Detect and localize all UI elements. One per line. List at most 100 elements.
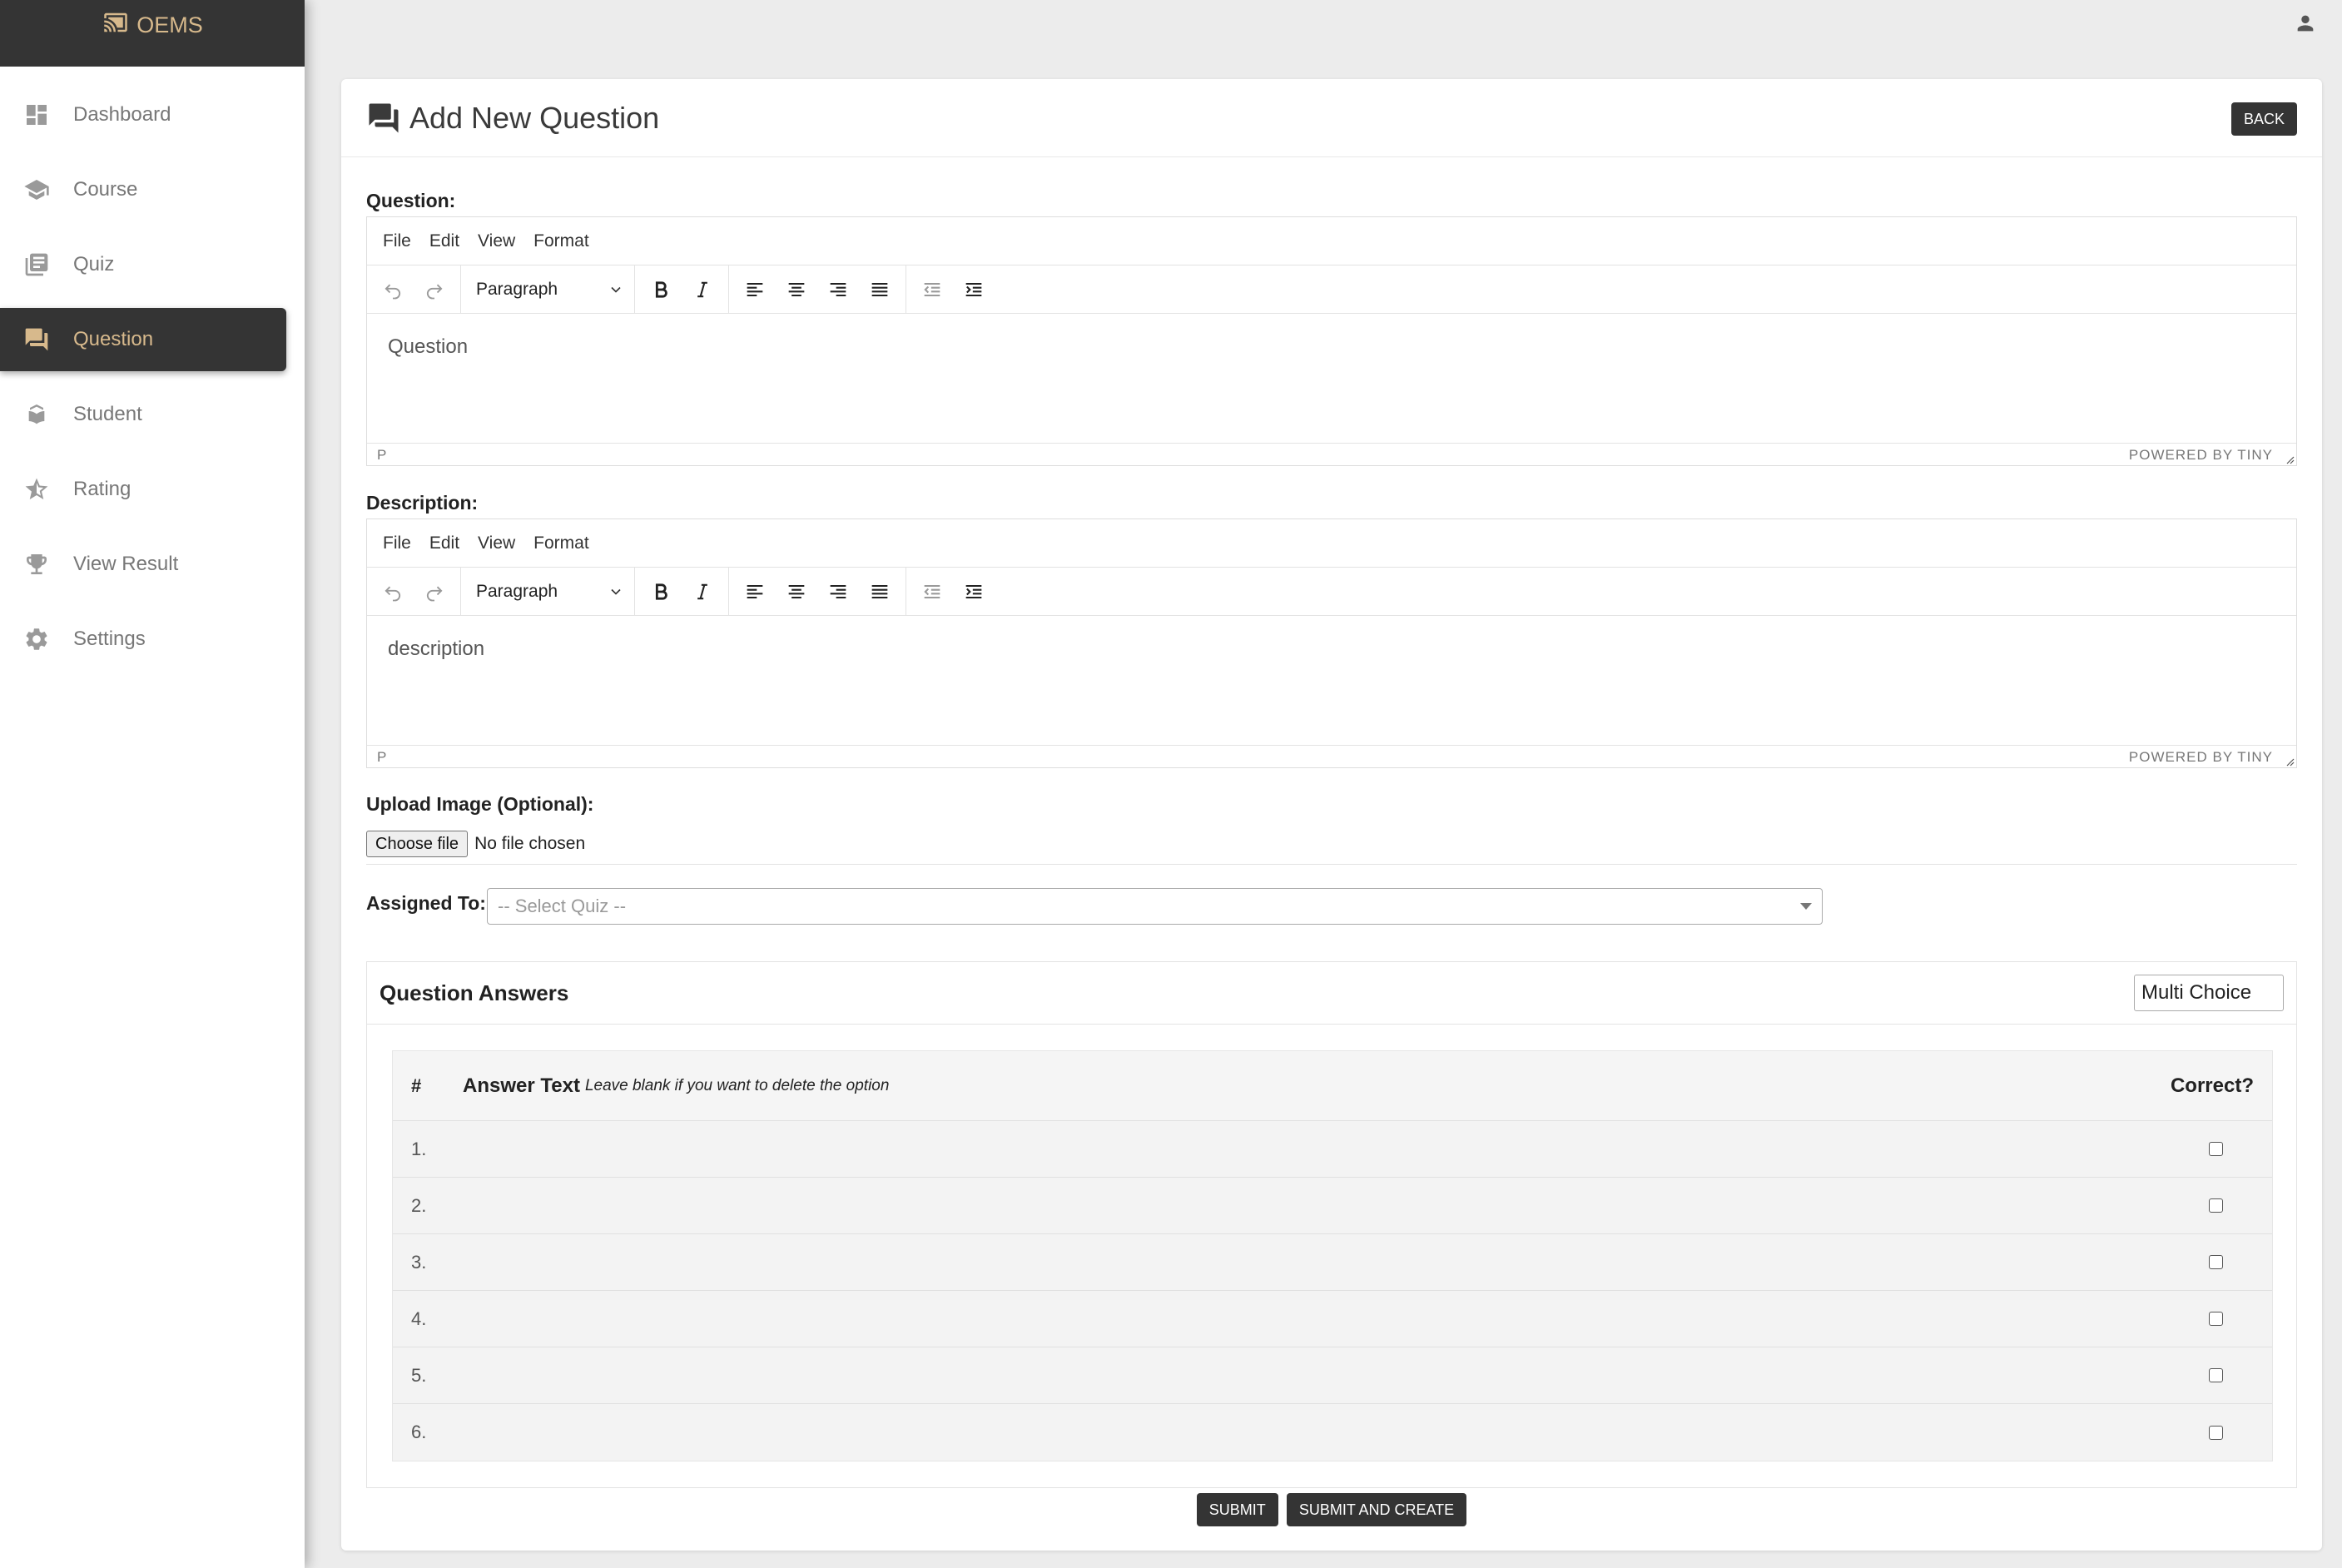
answer-text-input[interactable]: [463, 1416, 2254, 1449]
sidebar-item-settings[interactable]: Settings: [0, 608, 286, 671]
quiz-select[interactable]: -- Select Quiz --: [487, 888, 1823, 925]
align-right-icon: [830, 282, 846, 296]
correct-checkbox[interactable]: [2209, 1368, 2223, 1382]
block-format-value: Paragraph: [476, 279, 558, 299]
answer-type-value: Multi Choice: [2141, 981, 2252, 1004]
align-justify-button[interactable]: [859, 271, 901, 308]
align-right-icon: [830, 584, 846, 598]
align-center-button[interactable]: [776, 573, 817, 610]
correct-checkbox[interactable]: [2209, 1142, 2223, 1156]
answer-text-input[interactable]: [463, 1359, 2254, 1392]
editor-menubar: File Edit View Format: [367, 217, 2296, 265]
outdent-button[interactable]: [911, 271, 953, 308]
align-center-button[interactable]: [776, 271, 817, 308]
question-answers-panel: Question Answers Multi Choice # Answer T…: [366, 961, 2297, 1488]
undo-button[interactable]: [372, 271, 414, 308]
align-left-icon: [747, 282, 763, 296]
sidebar-item-rating[interactable]: Rating: [0, 458, 286, 521]
col-answer-text: Answer Text: [463, 1074, 580, 1097]
question-text-area[interactable]: Question: [367, 314, 2296, 443]
divider: [366, 864, 2297, 865]
align-right-button[interactable]: [817, 573, 859, 610]
block-format-select[interactable]: Paragraph: [466, 271, 629, 308]
outdent-button[interactable]: [911, 573, 953, 610]
align-justify-button[interactable]: [859, 573, 901, 610]
col-correct: Correct?: [2170, 1074, 2254, 1097]
col-answer-hint: Leave blank if you want to delete the op…: [584, 1076, 890, 1094]
sidebar-item-view-result[interactable]: View Result: [0, 533, 286, 596]
align-right-button[interactable]: [817, 271, 859, 308]
italic-button[interactable]: [682, 271, 723, 308]
forum-icon: [366, 101, 401, 136]
submit-and-create-button[interactable]: SUBMIT AND CREATE: [1286, 1493, 1467, 1526]
table-row: 5.: [393, 1347, 2272, 1404]
menu-file[interactable]: File: [374, 533, 420, 553]
undo-icon: [385, 284, 401, 299]
powered-by-link[interactable]: POWERED BY TINY: [2129, 749, 2273, 766]
bold-button[interactable]: [640, 271, 682, 308]
resize-handle-icon[interactable]: [2285, 757, 2295, 767]
undo-button[interactable]: [372, 573, 414, 610]
back-button[interactable]: BACK: [2230, 102, 2297, 136]
block-format-select[interactable]: Paragraph: [466, 573, 629, 610]
description-label: Description:: [366, 492, 479, 514]
redo-button[interactable]: [414, 573, 455, 610]
element-path[interactable]: P: [377, 447, 386, 464]
submit-button[interactable]: SUBMIT: [1196, 1493, 1278, 1526]
align-left-button[interactable]: [734, 573, 776, 610]
menu-view[interactable]: View: [469, 231, 524, 251]
answer-type-select[interactable]: Multi Choice: [2134, 975, 2284, 1011]
answer-text-input[interactable]: [463, 1133, 2254, 1166]
sidebar-item-dashboard[interactable]: Dashboard: [0, 83, 286, 146]
table-row: 1.: [393, 1121, 2272, 1178]
correct-checkbox[interactable]: [2209, 1198, 2223, 1213]
brand-logo[interactable]: OEMS: [102, 10, 203, 41]
file-status: No file chosen: [474, 834, 586, 853]
powered-by-link[interactable]: POWERED BY TINY: [2129, 447, 2273, 464]
redo-button[interactable]: [414, 271, 455, 308]
sidebar-item-label: Settings: [73, 628, 146, 650]
user-account-icon[interactable]: [2294, 12, 2317, 35]
table-row: 6.: [393, 1404, 2272, 1461]
correct-checkbox[interactable]: [2209, 1425, 2223, 1440]
form-actions: SUBMIT SUBMIT AND CREATE: [341, 1493, 2322, 1526]
quiz-select-placeholder: -- Select Quiz --: [498, 896, 627, 916]
sidebar: OEMS Dashboard Course Quiz Question Stud…: [0, 0, 305, 1568]
bold-button[interactable]: [640, 573, 682, 610]
row-number: 6.: [411, 1422, 427, 1442]
choose-file-button[interactable]: Choose file: [366, 831, 469, 857]
description-text-area[interactable]: description: [367, 616, 2296, 745]
menu-file[interactable]: File: [374, 231, 420, 251]
sidebar-item-quiz[interactable]: Quiz: [0, 233, 286, 296]
card-header: Add New Question: [341, 79, 2322, 157]
answer-text-input[interactable]: [463, 1246, 2254, 1279]
italic-icon: [697, 281, 707, 297]
question-form-card: Add New Question BACK Question: File Edi…: [341, 79, 2322, 1551]
resize-handle-icon[interactable]: [2285, 454, 2295, 464]
menu-view[interactable]: View: [469, 533, 524, 553]
sidebar-item-course[interactable]: Course: [0, 158, 286, 221]
align-group: [729, 567, 906, 616]
italic-button[interactable]: [682, 573, 723, 610]
menu-format[interactable]: Format: [524, 231, 598, 251]
library-books-icon: [23, 251, 50, 278]
indent-button[interactable]: [953, 573, 995, 610]
menu-format[interactable]: Format: [524, 533, 598, 553]
sidebar-item-student[interactable]: Student: [0, 383, 286, 446]
redo-icon: [426, 284, 443, 299]
outdent-icon: [924, 282, 940, 296]
caret-down-icon: [1800, 903, 1812, 910]
answer-text-input[interactable]: [463, 1303, 2254, 1336]
outdent-icon: [924, 584, 940, 598]
align-left-button[interactable]: [734, 271, 776, 308]
indent-button[interactable]: [953, 271, 995, 308]
answer-text-input[interactable]: [463, 1189, 2254, 1223]
correct-checkbox[interactable]: [2209, 1255, 2223, 1269]
menu-edit[interactable]: Edit: [420, 231, 469, 251]
sidebar-item-question[interactable]: Question: [0, 308, 286, 371]
forum-icon: [23, 326, 50, 353]
element-path[interactable]: P: [377, 749, 386, 766]
correct-checkbox[interactable]: [2209, 1312, 2223, 1326]
row-number: 5.: [411, 1364, 427, 1386]
menu-edit[interactable]: Edit: [420, 533, 469, 553]
